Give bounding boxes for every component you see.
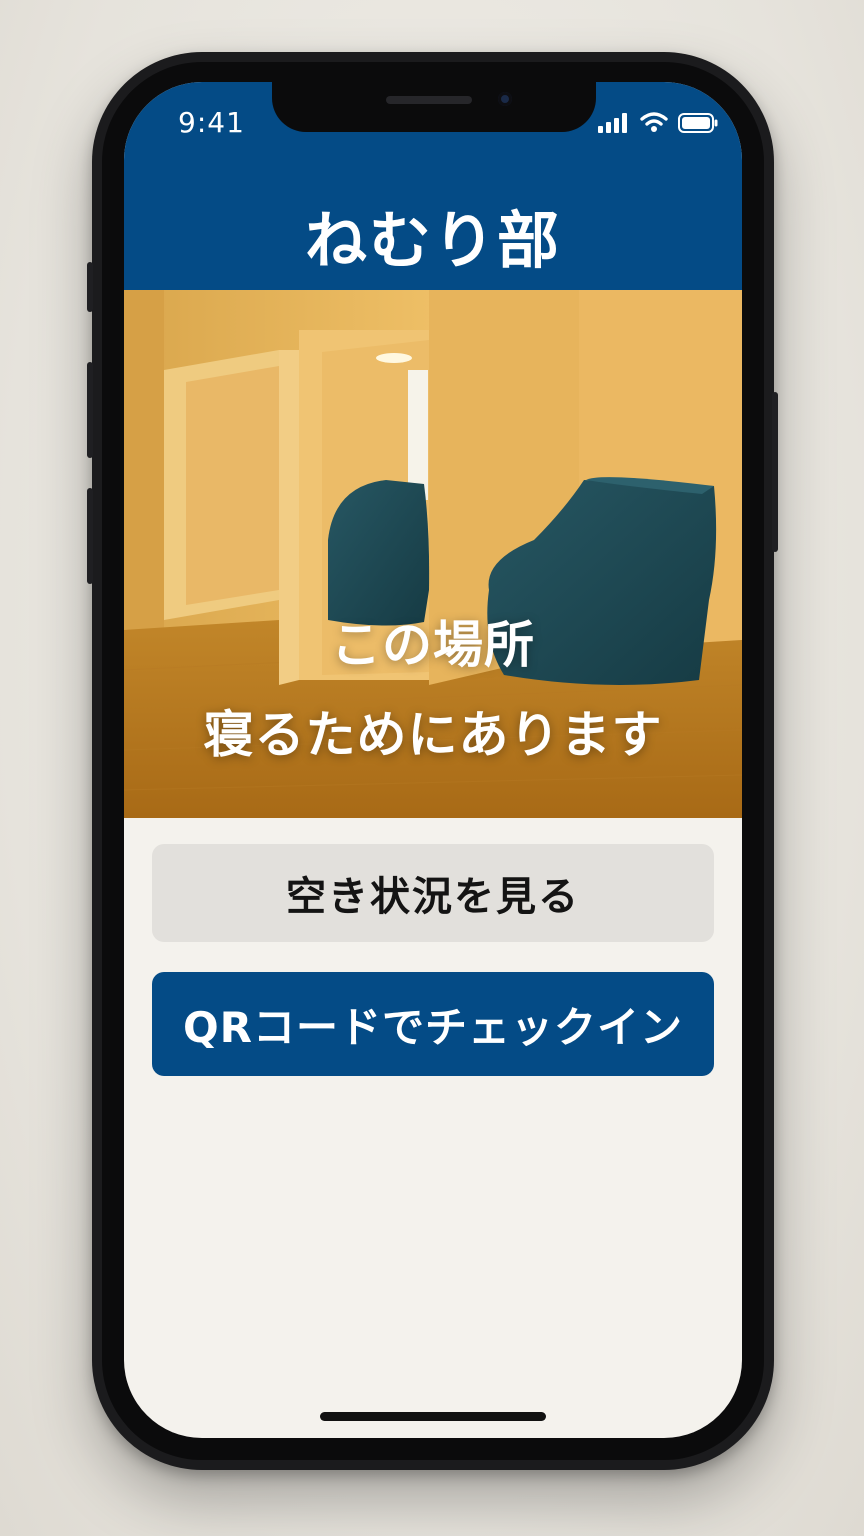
notch xyxy=(272,82,596,132)
app-header: 9:41 ねむり部 xyxy=(124,82,742,290)
hero-banner: この場所 寝るためにあります xyxy=(124,290,742,818)
app-screen: 9:41 ねむり部 この場所 寝るためにあります 空き状況を見る QRコードでチ… xyxy=(124,82,742,1438)
cellular-signal-icon xyxy=(598,113,627,133)
battery-icon xyxy=(678,113,718,133)
power-button xyxy=(772,392,778,552)
wifi-icon xyxy=(640,112,668,132)
qr-checkin-label: QRコードでチェックイン xyxy=(182,1002,684,1052)
silent-switch xyxy=(87,262,93,312)
hero-caption-line2: 寝るためにあります xyxy=(203,706,663,764)
home-indicator[interactable] xyxy=(320,1412,546,1421)
qr-checkin-button[interactable]: QRコードでチェックイン xyxy=(152,972,714,1076)
hero-caption-line1: この場所 xyxy=(331,616,535,674)
status-time: 9:41 xyxy=(178,106,245,139)
earpiece-speaker xyxy=(386,96,472,104)
front-camera xyxy=(498,92,512,106)
view-availability-label: 空き状況を見る xyxy=(286,874,580,920)
volume-up-button xyxy=(87,362,93,458)
view-availability-button[interactable]: 空き状況を見る xyxy=(152,844,714,942)
volume-down-button xyxy=(87,488,93,584)
app-title: ねむり部 xyxy=(304,204,561,277)
hero-caption: この場所 寝るためにあります xyxy=(124,600,742,780)
status-icons xyxy=(598,112,718,133)
